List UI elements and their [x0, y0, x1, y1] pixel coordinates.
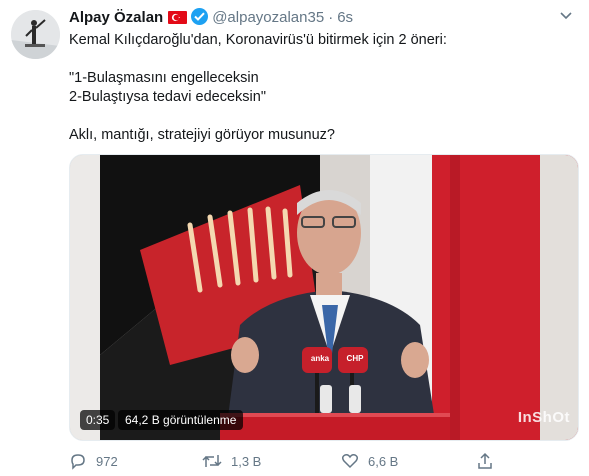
turkey-flag-icon	[168, 11, 188, 24]
avatar[interactable]	[11, 10, 60, 59]
verified-badge-icon	[191, 8, 209, 25]
reply-button[interactable]: 972	[69, 452, 118, 470]
avatar-image	[11, 10, 60, 59]
like-button[interactable]: 6,6 B	[341, 452, 398, 470]
reply-icon	[69, 452, 87, 470]
video-duration: 0:35	[80, 410, 116, 430]
retweet-count: 1,3 B	[231, 453, 262, 469]
tweet-text: Kemal Kılıçdaroğlu'dan, Koronavirüs'ü bi…	[69, 32, 447, 143]
video-thumbnail	[70, 155, 578, 440]
tweet-actions: 972 1,3 B 6,6 B	[69, 452, 569, 472]
user-handle[interactable]: @alpayozalan35	[212, 9, 324, 26]
chevron-down-icon[interactable]	[559, 8, 573, 25]
watermark: InShOt	[517, 409, 570, 426]
mic-label-right: CHP	[346, 354, 364, 363]
like-count: 6,6 B	[368, 453, 399, 469]
display-name[interactable]: Alpay Özalan	[69, 9, 163, 26]
reply-count: 972	[96, 453, 118, 469]
meta-separator: ·	[328, 9, 334, 26]
retweet-button[interactable]: 1,3 B	[202, 452, 261, 470]
tweet-header: Alpay Özalan @alpayozalan35 · 6s	[69, 8, 575, 28]
share-icon	[476, 452, 494, 470]
retweet-icon	[202, 452, 222, 470]
mic-label-left: anka	[310, 354, 330, 363]
share-button[interactable]	[476, 452, 494, 470]
video-player[interactable]: anka CHP 0:35 64,2 B görüntülenme InShOt	[69, 154, 579, 441]
view-count: 64,2 B görüntülenme	[118, 410, 244, 430]
heart-icon	[341, 452, 359, 470]
tweet-time[interactable]: 6s	[337, 9, 353, 26]
